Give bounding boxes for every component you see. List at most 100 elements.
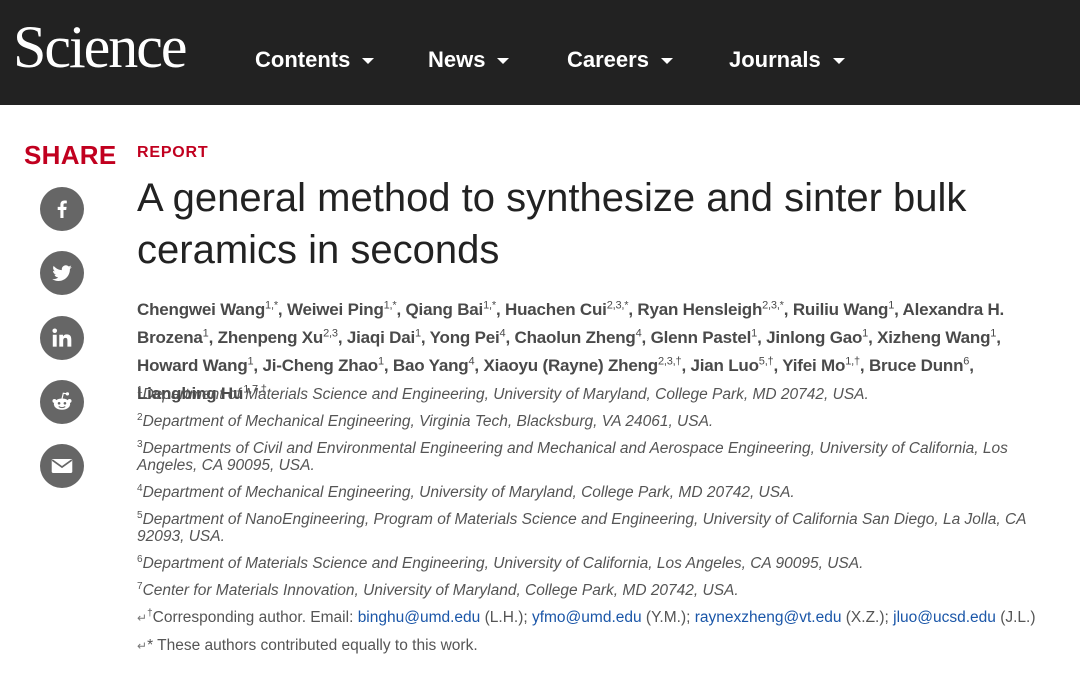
- nav-journals[interactable]: Journals: [729, 44, 845, 76]
- article-type-label: REPORT: [137, 144, 209, 161]
- reddit-icon: [52, 392, 72, 410]
- author-name-text: Howard Wang: [137, 356, 248, 375]
- author-affiliation-marker: 1: [414, 327, 421, 340]
- share-reddit-button[interactable]: [40, 380, 84, 424]
- author-name-text: Yong Pei: [429, 328, 500, 347]
- author-name[interactable]: Chengwei Wang1,*: [137, 300, 278, 319]
- site-header: Science Contents News Careers Journals: [0, 0, 1080, 105]
- affiliation-item: 3Departments of Civil and Environmental …: [137, 439, 1047, 474]
- email-icon: [51, 458, 73, 474]
- email-initials: (Y.M.);: [641, 609, 695, 626]
- author-name-text: Jian Luo: [690, 356, 759, 375]
- author-affiliation-marker: 1: [247, 355, 254, 368]
- email-link[interactable]: binghu@umd.edu: [358, 609, 481, 626]
- author-affiliation-marker: 2,3: [323, 327, 338, 340]
- email-initials: (L.H.);: [480, 609, 532, 626]
- return-arrow-icon[interactable]: ↵: [137, 639, 147, 653]
- author-affiliation-marker: 4: [468, 355, 475, 368]
- nav-news-label: News: [428, 47, 486, 72]
- author-affiliation-marker: 1: [990, 327, 997, 340]
- nav-journals-label: Journals: [729, 47, 821, 72]
- email-link[interactable]: raynexzheng@vt.edu: [695, 609, 842, 626]
- affiliation-item: 2Department of Mechanical Engineering, V…: [137, 412, 1047, 430]
- affiliation-text: Departments of Civil and Environmental E…: [137, 440, 1008, 474]
- author-name[interactable]: Jian Luo5,†: [690, 356, 773, 375]
- nav-news[interactable]: News: [428, 44, 510, 76]
- author-affiliation-marker: 2,3,*: [606, 299, 629, 312]
- affiliation-text: Department of Mechanical Engineering, Vi…: [142, 413, 714, 430]
- author-name[interactable]: Ryan Hensleigh2,3,*: [637, 299, 784, 319]
- author-affiliation-marker: 1,*: [483, 299, 496, 312]
- affiliation-list: 1Department of Materials Science and Eng…: [137, 385, 1047, 665]
- nav-contents[interactable]: Contents: [255, 44, 375, 76]
- author-name[interactable]: Yifei Mo1,†: [782, 356, 860, 375]
- author-name-text: Jiaqi Dai: [346, 328, 415, 347]
- author-name[interactable]: Ji-Cheng Zhao1: [262, 355, 384, 375]
- author-name[interactable]: Xiaoyu (Rayne) Zheng2,3,†: [483, 356, 681, 375]
- twitter-icon: [52, 265, 72, 282]
- author-name-text: Xizheng Wang: [877, 328, 991, 347]
- author-affiliation-marker: 1: [862, 327, 869, 340]
- author-name[interactable]: Glenn Pastel1: [651, 328, 758, 347]
- author-name[interactable]: Bruce Dunn6: [869, 356, 969, 375]
- author-name[interactable]: Qiang Bai1,*: [405, 299, 497, 319]
- author-name-text: Jinlong Gao: [766, 328, 863, 347]
- share-email-button[interactable]: [40, 444, 84, 488]
- article-title: A general method to synthesize and sinte…: [137, 176, 967, 272]
- email-initials: (J.L.): [995, 609, 1036, 626]
- author-name-text: Glenn Pastel: [650, 328, 752, 347]
- chevron-down-icon: [832, 58, 845, 64]
- author-name-text: Ruiliu Wang: [792, 300, 889, 319]
- nav-careers[interactable]: Careers: [567, 44, 673, 76]
- author-name-text: Yifei Mo: [782, 356, 846, 375]
- author-name-text: Chengwei Wang: [137, 300, 266, 319]
- facebook-icon: [57, 200, 67, 218]
- author-affiliation-marker: 1: [377, 355, 384, 368]
- author-name-text: Chaolun Zheng: [514, 328, 636, 347]
- return-arrow-icon[interactable]: ↵: [137, 611, 147, 625]
- chevron-down-icon: [497, 58, 510, 64]
- author-affiliation-marker: 4: [499, 327, 506, 340]
- author-name[interactable]: Jinlong Gao1: [766, 328, 868, 347]
- science-logo[interactable]: Science: [13, 14, 188, 80]
- author-affiliation-marker: 2,3,†: [657, 355, 682, 368]
- author-name-text: Ryan Hensleigh: [637, 300, 763, 319]
- author-name[interactable]: Ruiliu Wang1: [792, 300, 895, 319]
- email-link[interactable]: jluo@ucsd.edu: [893, 609, 996, 626]
- affiliation-text: Department of Mechanical Engineering, Un…: [142, 484, 795, 501]
- author-name[interactable]: Xizheng Wang1: [877, 328, 996, 347]
- author-name[interactable]: Howard Wang1: [137, 355, 254, 375]
- chevron-down-icon: [362, 58, 375, 64]
- affiliation-item: 6Department of Materials Science and Eng…: [137, 554, 1047, 572]
- author-name[interactable]: Chaolun Zheng4: [515, 328, 642, 347]
- author-name[interactable]: Bao Yang4: [392, 355, 475, 375]
- author-name[interactable]: Jiaqi Dai1: [347, 328, 421, 347]
- author-affiliation-marker: 2,3,*: [762, 299, 784, 312]
- author-affiliation-marker: 4: [635, 327, 642, 340]
- author-name-text: Bao Yang: [392, 356, 469, 375]
- author-name[interactable]: Zhenpeng Xu2,3: [218, 328, 338, 347]
- affiliation-item: 7Center for Materials Innovation, Univer…: [137, 581, 1047, 599]
- author-name[interactable]: Huachen Cui2,3,*: [505, 299, 629, 319]
- corresponding-author-note: ↵†Corresponding author. Email: binghu@um…: [137, 608, 1047, 627]
- affiliation-text: Department of Materials Science and Engi…: [142, 386, 869, 403]
- email-link[interactable]: yfmo@umd.edu: [532, 609, 642, 626]
- share-twitter-button[interactable]: [40, 251, 84, 295]
- author-affiliation-marker: 6: [963, 355, 970, 368]
- author-name-text: Huachen Cui: [505, 300, 607, 319]
- author-name-text: Bruce Dunn: [868, 356, 964, 375]
- share-facebook-button[interactable]: [40, 187, 84, 231]
- affiliation-item: 5Department of NanoEngineering, Program …: [137, 510, 1047, 545]
- author-name-text: Zhenpeng Xu: [217, 328, 324, 347]
- share-linkedin-button[interactable]: [40, 316, 84, 360]
- author-affiliation-marker: 1: [202, 327, 209, 340]
- author-name-text: Xiaoyu (Rayne) Zheng: [483, 356, 658, 375]
- email-initials: (X.Z.);: [841, 609, 894, 626]
- share-label: SHARE: [24, 140, 117, 170]
- chevron-down-icon: [660, 58, 673, 64]
- author-name[interactable]: Yong Pei4: [430, 328, 506, 347]
- author-name-text: Qiang Bai: [405, 300, 484, 319]
- affiliation-item: 1Department of Materials Science and Eng…: [137, 385, 1047, 403]
- equal-contribution-text: * These authors contributed equally to t…: [147, 637, 478, 654]
- author-name[interactable]: Weiwei Ping1,*: [287, 300, 397, 319]
